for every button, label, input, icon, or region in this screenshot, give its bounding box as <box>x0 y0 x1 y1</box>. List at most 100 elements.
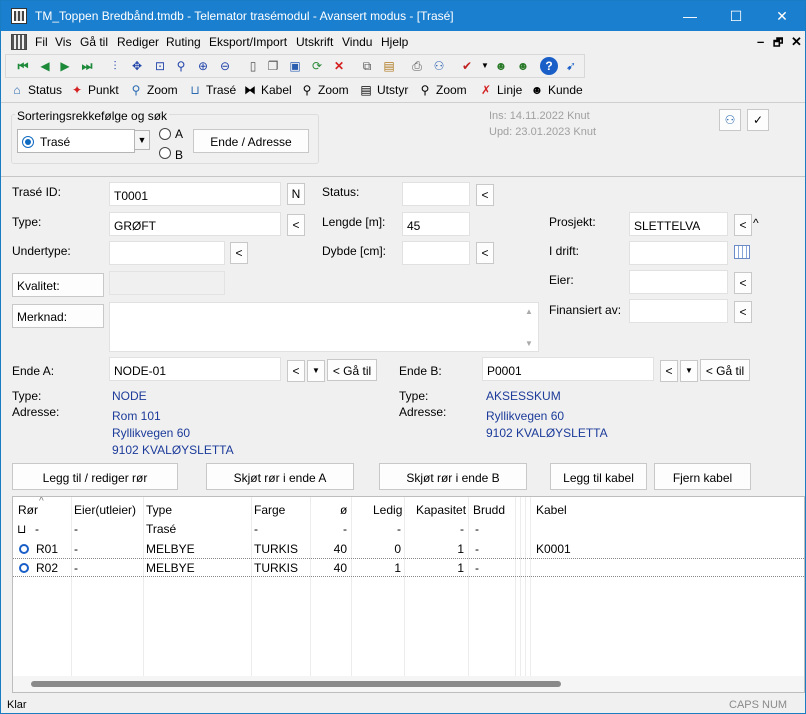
ende-a-back-button[interactable]: < <box>287 360 305 382</box>
last-record-icon[interactable]: ⏭ <box>78 57 96 75</box>
ende-b-dropdown-button[interactable]: ▼ <box>680 360 698 382</box>
next-record-icon[interactable]: ▶ <box>56 57 74 75</box>
skjot-ror-a-button[interactable]: Skjøt rør i ende A <box>206 463 354 490</box>
undertype-field[interactable] <box>109 241 225 265</box>
merknad-button[interactable]: Merknad: <box>12 304 104 328</box>
table-row-r02[interactable]: R02 - MELBYE TURKIS 40 1 1 - <box>13 558 804 577</box>
menu-utskrift[interactable]: Utskrift <box>296 35 333 49</box>
mdi-minimize-button[interactable]: – <box>757 34 764 49</box>
merknad-scroll-up-icon[interactable]: ▲ <box>525 307 533 316</box>
zoom-out-icon[interactable]: ⊖ <box>216 57 234 75</box>
menu-vindu[interactable]: Vindu <box>342 35 372 49</box>
finansiert-field[interactable] <box>629 299 728 323</box>
first-record-icon[interactable]: ⏮ <box>14 57 32 75</box>
close-button[interactable]: ✕ <box>759 1 805 31</box>
dybde-field[interactable] <box>402 241 470 265</box>
nav-zoom-kabel[interactable]: ⚲ Zoom <box>299 83 349 97</box>
type-field[interactable]: GRØFT <box>109 212 281 236</box>
sort-select[interactable]: Trasé <box>17 129 135 153</box>
menu-vis[interactable]: Vis <box>55 35 71 49</box>
ende-b-field[interactable]: P0001 <box>482 357 654 381</box>
clipboard-icon[interactable]: ✓ <box>747 109 769 131</box>
context-help-icon[interactable]: ➹ <box>562 57 580 75</box>
help-icon[interactable]: ? <box>540 57 558 75</box>
prev-record-icon[interactable]: ◀ <box>36 57 54 75</box>
zoom-extent-icon[interactable]: ⊡ <box>151 57 169 75</box>
menu-eksport-import[interactable]: Eksport/Import <box>209 35 287 49</box>
col-farge[interactable]: Farge <box>254 503 285 517</box>
save-icon[interactable]: ▣ <box>286 57 304 75</box>
status-field[interactable] <box>402 182 470 206</box>
menu-hjelp[interactable]: Hjelp <box>381 35 408 49</box>
skjot-ror-b-button[interactable]: Skjøt rør i ende B <box>379 463 527 490</box>
mdi-close-button[interactable]: ✕ <box>791 34 802 50</box>
nav-linje[interactable]: ✗ Linje <box>478 83 522 97</box>
mdi-child-icon[interactable] <box>11 34 27 50</box>
menu-ga-til[interactable]: Gå til <box>80 35 108 49</box>
fjern-kabel-button[interactable]: Fjern kabel <box>654 463 751 490</box>
prosjekt-field[interactable]: SLETTELVA <box>629 212 728 236</box>
route-icon[interactable]: ⫶ <box>106 57 124 75</box>
ende-a-dropdown-button[interactable]: ▼ <box>307 360 325 382</box>
radio-a[interactable] <box>159 128 171 140</box>
col-diameter[interactable]: ø <box>340 503 347 517</box>
type-back-button[interactable]: < <box>287 214 305 236</box>
move-icon[interactable]: ✥ <box>128 57 146 75</box>
lengde-field[interactable]: 45 <box>402 212 470 236</box>
kvalitet-button[interactable]: Kvalitet: <box>12 273 104 297</box>
menu-ruting[interactable]: Ruting <box>166 35 201 49</box>
title-bar[interactable]: TM_Toppen Bredbånd.tmdb - Telemator tras… <box>1 1 805 31</box>
ende-a-goto-button[interactable]: < Gå til <box>327 359 377 381</box>
refresh-icon[interactable]: ⟳ <box>308 57 326 75</box>
col-ror[interactable]: Rør <box>18 503 38 517</box>
prosjekt-up-button[interactable]: ^ <box>753 216 759 230</box>
dybde-back-button[interactable]: < <box>476 242 494 264</box>
scrollbar-thumb[interactable] <box>31 681 561 687</box>
col-kapasitet[interactable]: Kapasitet <box>416 503 466 517</box>
ende-b-goto-button[interactable]: < Gå til <box>700 359 750 381</box>
idrift-field[interactable] <box>629 241 728 265</box>
legg-til-ror-button[interactable]: Legg til / rediger rør <box>12 463 178 490</box>
col-eier[interactable]: Eier(utleier) <box>74 503 136 517</box>
map-icon[interactable]: ✔ <box>458 57 476 75</box>
undertype-back-button[interactable]: < <box>230 242 248 264</box>
table-row-trase[interactable]: ⊔ - - Trasé - - - - - <box>13 519 804 538</box>
sort-radio-trase[interactable] <box>22 136 34 148</box>
calendar-icon[interactable] <box>734 245 750 259</box>
print-icon[interactable]: ⎙ <box>408 57 426 75</box>
horizontal-scrollbar[interactable] <box>13 676 804 692</box>
copy-record-icon[interactable]: ⧉ <box>358 57 376 75</box>
table-row-r01[interactable]: R01 - MELBYE TURKIS 40 0 1 - K0001 <box>13 539 804 558</box>
nav-trase[interactable]: ⊔ Trasé <box>187 83 236 97</box>
nav-zoom-punkt[interactable]: ⚲ Zoom <box>128 83 178 97</box>
search-icon[interactable]: ⚲ <box>172 57 190 75</box>
finansiert-back-button[interactable]: < <box>734 301 752 323</box>
paste-icon[interactable]: ▤ <box>380 57 398 75</box>
eier-back-button[interactable]: < <box>734 272 752 294</box>
trase-id-field[interactable]: T0001 <box>109 182 281 206</box>
new-icon[interactable]: ▯ <box>244 57 262 75</box>
nav-status[interactable]: ⌂ Status <box>9 83 62 97</box>
mdi-restore-button[interactable]: 🗗 <box>773 34 783 53</box>
sort-dropdown-button[interactable]: ▼ <box>134 130 150 150</box>
col-ledig[interactable]: Ledig <box>373 503 402 517</box>
col-brudd[interactable]: Brudd <box>473 503 505 517</box>
user2-icon[interactable]: ☻ <box>514 57 532 75</box>
menu-rediger[interactable]: Rediger <box>117 35 159 49</box>
radio-b[interactable] <box>159 147 171 159</box>
menu-fil[interactable]: Fil <box>35 35 48 49</box>
app-icon[interactable] <box>11 8 27 24</box>
merknad-field[interactable] <box>109 302 539 352</box>
ende-adresse-button[interactable]: Ende / Adresse <box>193 129 309 153</box>
nav-zoom-utstyr[interactable]: ⚲ Zoom <box>417 83 467 97</box>
nav-punkt[interactable]: ✦ Punkt <box>69 83 119 97</box>
zoom-in-icon[interactable]: ⊕ <box>194 57 212 75</box>
eier-field[interactable] <box>629 270 728 294</box>
prosjekt-back-button[interactable]: < <box>734 214 752 236</box>
pipe-grid[interactable]: Rør ^ Eier(utleier) Type Farge ø Ledig K… <box>12 496 805 693</box>
nav-kunde[interactable]: ☻ Kunde <box>529 83 583 97</box>
col-kabel[interactable]: Kabel <box>536 503 567 517</box>
merknad-scroll-down-icon[interactable]: ▼ <box>525 339 533 348</box>
legg-til-kabel-button[interactable]: Legg til kabel <box>550 463 647 490</box>
nav-kabel[interactable]: ⧓ Kabel <box>242 83 292 97</box>
